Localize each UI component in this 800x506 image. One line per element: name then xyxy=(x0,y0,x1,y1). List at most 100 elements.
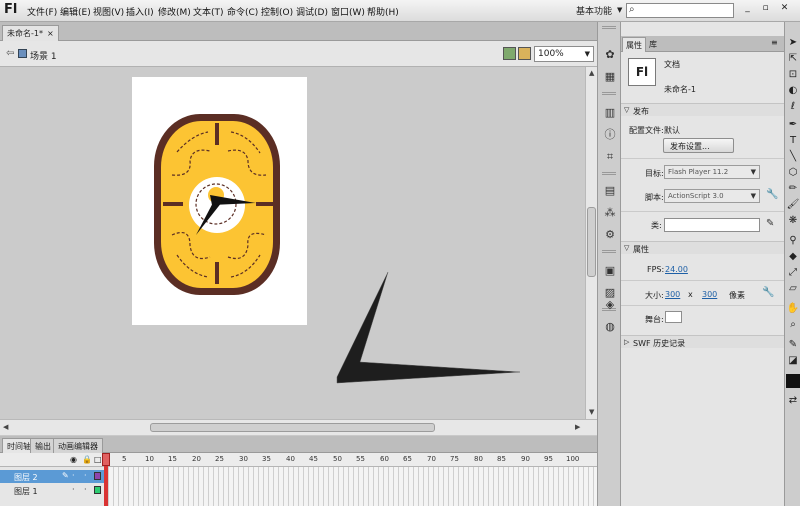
dock-grip[interactable] xyxy=(602,172,616,175)
section-swf-history[interactable]: ▷ SWF 历史记录 xyxy=(621,335,784,348)
scroll-right-icon[interactable]: ▶ xyxy=(575,423,580,431)
menu-control[interactable]: 控制(O) xyxy=(261,5,293,18)
menu-view[interactable]: 视图(V) xyxy=(93,5,124,18)
zoom-select[interactable]: 100% ▼ xyxy=(534,46,594,62)
height-value[interactable]: 300 xyxy=(702,290,717,299)
transform-icon[interactable]: ⌗ xyxy=(603,150,617,164)
frames-grid[interactable] xyxy=(104,467,597,506)
restore-button[interactable]: ▫ xyxy=(758,2,773,16)
bone-tool-icon[interactable]: ⚲ xyxy=(786,234,800,248)
scroll-up-icon[interactable]: ▲ xyxy=(589,69,594,77)
scroll-down-icon[interactable]: ▼ xyxy=(589,408,594,416)
layer-color-swatch[interactable] xyxy=(94,486,101,494)
tab-properties[interactable]: 属性 xyxy=(622,37,646,52)
clock-hand-shape[interactable] xyxy=(330,267,530,387)
tab-library[interactable]: 库 xyxy=(646,37,660,52)
vertical-scrollbar[interactable]: ▲ ▼ xyxy=(585,67,597,419)
document-tab[interactable]: 未命名-1* × xyxy=(2,25,59,41)
menu-insert[interactable]: 插入(I) xyxy=(126,5,154,18)
clock-artwork[interactable] xyxy=(132,77,307,325)
section-publish[interactable]: ▽ 发布 xyxy=(621,103,784,116)
panel-menu-icon[interactable]: ≡ xyxy=(771,38,778,47)
menu-debug[interactable]: 调试(D) xyxy=(296,5,328,18)
subselection-tool-icon[interactable]: ⇱ xyxy=(786,52,800,66)
pencil-tool-icon[interactable]: ✏ xyxy=(786,182,800,196)
info-icon[interactable]: ⓘ xyxy=(603,128,617,142)
black-fill-swatch[interactable] xyxy=(786,374,800,388)
tab-motion-editor[interactable]: 动画编辑器 xyxy=(53,438,103,453)
menu-modify[interactable]: 修改(M) xyxy=(158,5,191,18)
close-icon[interactable]: × xyxy=(47,29,54,38)
menu-file[interactable]: 文件(F) xyxy=(27,5,57,18)
layer-color-swatch[interactable] xyxy=(94,472,101,480)
paint-bucket-tool-icon[interactable]: ◆ xyxy=(786,250,800,264)
lasso-tool-icon[interactable]: ℓ xyxy=(786,100,800,114)
menu-commands[interactable]: 命令(C) xyxy=(227,5,258,18)
width-value[interactable]: 300 xyxy=(665,290,680,299)
deco-tool-icon[interactable]: ❋ xyxy=(786,214,800,228)
wrench-icon[interactable]: 🔧 xyxy=(762,287,774,298)
dock-grip[interactable] xyxy=(602,26,616,29)
visibility-dot-icon[interactable]: · xyxy=(72,485,75,494)
swatches-icon[interactable]: ▦ xyxy=(603,70,617,84)
history-icon[interactable]: ▣ xyxy=(603,264,617,278)
3d-rotation-tool-icon[interactable]: ◐ xyxy=(786,84,800,98)
fill-color-icon[interactable]: ◪ xyxy=(786,354,800,368)
pasteboard[interactable] xyxy=(0,67,585,419)
lock-icon[interactable]: 🔒 xyxy=(82,455,92,464)
lock-dot-icon[interactable]: · xyxy=(84,485,87,494)
menu-edit[interactable]: 编辑(E) xyxy=(60,5,91,18)
section-properties[interactable]: ▽ 属性 xyxy=(621,241,784,254)
free-transform-tool-icon[interactable]: ⊡ xyxy=(786,68,800,82)
dock-grip[interactable] xyxy=(602,250,616,253)
fps-value[interactable]: 24.00 xyxy=(665,265,688,274)
scroll-left-icon[interactable]: ◀ xyxy=(3,423,8,431)
dock-grip[interactable] xyxy=(602,92,616,95)
align-icon[interactable]: ▥ xyxy=(603,106,617,120)
swap-colors-icon[interactable]: ⇄ xyxy=(786,394,800,408)
help-search-input[interactable]: ⌕ xyxy=(626,3,734,18)
outline-icon[interactable]: □ xyxy=(94,455,102,464)
lock-dot-icon[interactable]: · xyxy=(84,471,87,480)
layer-name-cell[interactable]: 图层 1 · · xyxy=(0,484,104,497)
workspace-selector[interactable]: 基本功能 xyxy=(576,4,612,17)
motion-presets-icon[interactable]: ◈ xyxy=(603,298,617,312)
edit-scene-icon[interactable] xyxy=(503,47,516,60)
horizontal-scroll-thumb[interactable] xyxy=(150,423,435,432)
back-arrow-icon[interactable]: ⇦ xyxy=(6,48,14,59)
minimize-button[interactable]: _ xyxy=(740,2,755,16)
stroke-color-icon[interactable]: ✎ xyxy=(786,338,800,352)
color-icon[interactable]: ✿ xyxy=(603,48,617,62)
class-input[interactable] xyxy=(664,218,760,232)
wrench-icon[interactable]: 🔧 xyxy=(766,189,778,200)
hand-tool-icon[interactable]: ✋ xyxy=(786,302,800,316)
selection-tool-icon[interactable]: ➤ xyxy=(786,36,800,50)
library-icon[interactable]: ◍ xyxy=(603,320,617,334)
menu-help[interactable]: 帮助(H) xyxy=(367,5,399,18)
target-select[interactable]: Flash Player 11.2 ▼ xyxy=(664,165,760,179)
visibility-dot-icon[interactable]: · xyxy=(72,471,75,480)
playhead-handle[interactable] xyxy=(102,453,110,466)
line-tool-icon[interactable]: ╲ xyxy=(786,150,800,164)
menu-text[interactable]: 文本(T) xyxy=(193,5,224,18)
publish-settings-button[interactable]: 发布设置... xyxy=(663,138,734,153)
script-select[interactable]: ActionScript 3.0 ▼ xyxy=(664,189,760,203)
eraser-tool-icon[interactable]: ▱ xyxy=(786,282,800,296)
horizontal-scrollbar[interactable]: ◀ ▶ xyxy=(0,419,597,435)
eyedropper-tool-icon[interactable]: ⤢ xyxy=(786,266,800,280)
pen-tool-icon[interactable]: ✒ xyxy=(786,118,800,132)
eye-icon[interactable]: ◉ xyxy=(70,455,77,464)
chevron-down-icon[interactable]: ▼ xyxy=(617,6,622,14)
rectangle-tool-icon[interactable]: ⬡ xyxy=(786,166,800,180)
text-tool-icon[interactable]: T xyxy=(786,134,800,148)
brush-tool-icon[interactable]: 🖌 xyxy=(786,198,800,212)
close-window-button[interactable]: ✕ xyxy=(777,2,792,16)
component-inspector-icon[interactable]: ⚙ xyxy=(603,228,617,242)
zoom-tool-icon[interactable]: ⌕ xyxy=(786,318,800,332)
code-snippets-icon[interactable]: ▤ xyxy=(603,184,617,198)
stage-color-swatch[interactable] xyxy=(665,311,682,323)
pencil-icon[interactable]: ✎ xyxy=(766,218,774,229)
menu-window[interactable]: 窗口(W) xyxy=(331,5,365,18)
stage[interactable] xyxy=(132,77,307,325)
vertical-scroll-thumb[interactable] xyxy=(587,207,596,277)
